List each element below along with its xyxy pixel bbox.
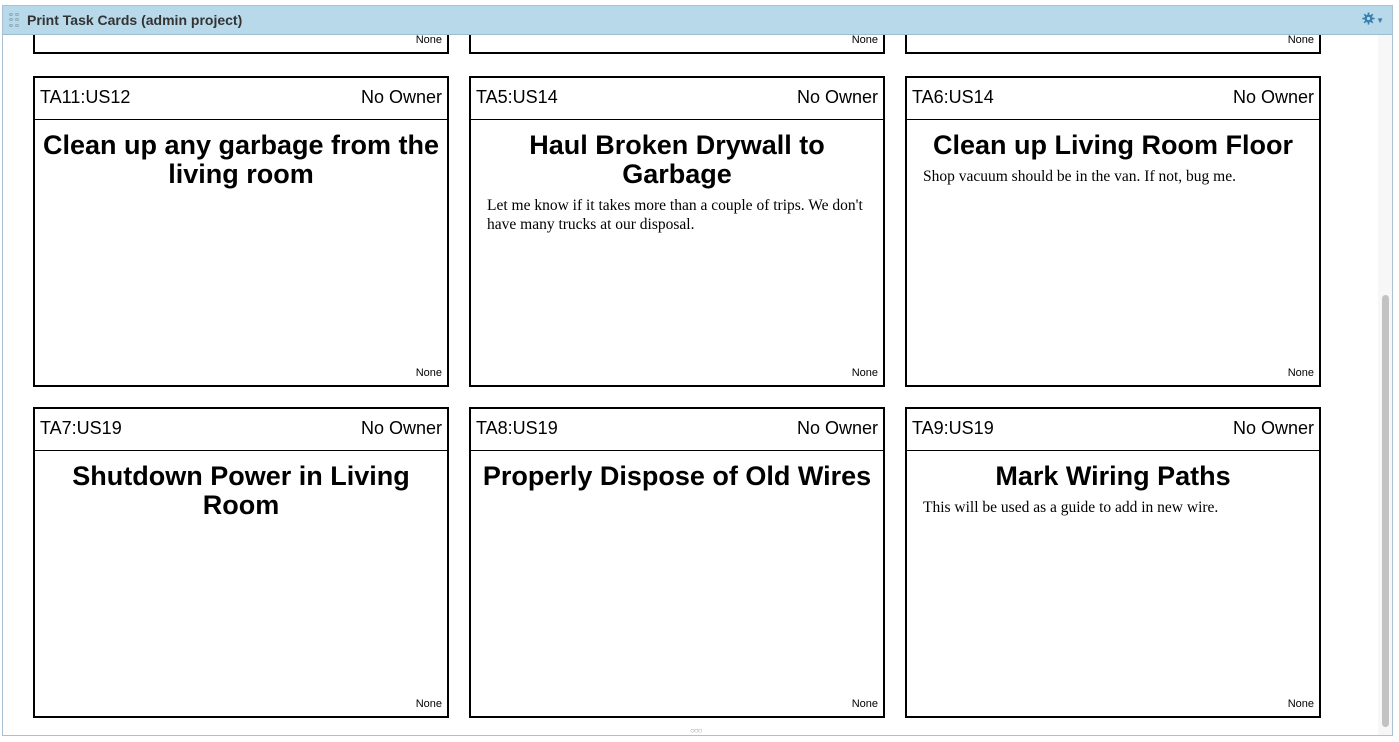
- card-header: TA7:US19 No Owner: [35, 409, 447, 451]
- task-card: TA11:US12 No Owner Clean up any garbage …: [33, 76, 449, 387]
- card-description: Shop vacuum should be in the van. If not…: [923, 168, 1236, 185]
- card-description: Let me know if it takes more than a coup…: [487, 197, 863, 233]
- task-card: TA9:US19 No Owner Mark Wiring Paths This…: [905, 407, 1321, 718]
- card-estimate: None: [851, 698, 878, 710]
- card-task-name: Properly Dispose of Old Wires: [482, 461, 872, 491]
- card-task-id: TA5:US14: [476, 87, 558, 107]
- card-estimate: None: [415, 35, 442, 46]
- task-card-partial: None: [33, 35, 449, 54]
- card-task-name: Mark Wiring Paths: [995, 461, 1231, 491]
- card-owner: No Owner: [360, 87, 442, 107]
- card-task-id: TA8:US19: [476, 418, 558, 438]
- card-owner: No Owner: [796, 418, 878, 438]
- card-owner: No Owner: [1232, 87, 1314, 107]
- card-estimate: None: [851, 35, 878, 46]
- task-card: TA8:US19 No Owner Properly Dispose of Ol…: [469, 407, 885, 718]
- card-estimate: None: [1287, 367, 1314, 379]
- card-header: TA5:US14 No Owner: [471, 78, 883, 120]
- card-owner: No Owner: [360, 418, 442, 438]
- card-estimate: None: [415, 698, 442, 710]
- card-header: TA6:US14 No Owner: [907, 78, 1319, 120]
- card-task-id: TA6:US14: [912, 87, 994, 107]
- chevron-down-icon: ▼: [1376, 15, 1384, 25]
- card-task-name: Clean up Living Room Floor: [933, 130, 1293, 160]
- settings-button[interactable]: ▼: [1362, 11, 1384, 29]
- panel-titlebar: Print Task Cards (admin project) ▼: [3, 6, 1392, 35]
- gear-icon: [1362, 12, 1375, 28]
- scrollbar-thumb[interactable]: [1382, 295, 1389, 727]
- card-owner: No Owner: [796, 87, 878, 107]
- cards-scroll-area[interactable]: None None None TA11:US12 No Owner Clean …: [3, 35, 1378, 735]
- card-header: TA11:US12 No Owner: [35, 78, 447, 120]
- card-estimate: None: [1287, 35, 1314, 46]
- panel-title: Print Task Cards (admin project): [27, 12, 243, 28]
- card-task-name: Haul Broken Drywall to Garbage: [529, 130, 825, 189]
- task-card: TA6:US14 No Owner Clean up Living Room F…: [905, 76, 1321, 387]
- card-task-id: TA7:US19: [40, 418, 122, 438]
- card-owner: No Owner: [1232, 418, 1314, 438]
- task-card-partial: None: [469, 35, 885, 54]
- card-header: TA8:US19 No Owner: [471, 409, 883, 451]
- card-description: This will be used as a guide to add in n…: [923, 499, 1219, 516]
- card-estimate: None: [851, 367, 878, 379]
- card-task-name: Shutdown Power in Living Room: [72, 461, 410, 520]
- card-task-id: TA11:US12: [40, 87, 131, 107]
- print-task-cards-panel: Print Task Cards (admin project) ▼ None …: [2, 5, 1393, 736]
- card-estimate: None: [1287, 698, 1314, 710]
- card-estimate: None: [415, 367, 442, 379]
- resize-handle-icon[interactable]: ○○○: [690, 726, 702, 735]
- vertical-scrollbar[interactable]: [1378, 35, 1392, 735]
- card-task-id: TA9:US19: [912, 418, 994, 438]
- task-card-partial: None: [905, 35, 1321, 54]
- drag-handle-icon[interactable]: [9, 13, 19, 27]
- card-task-name: Clean up any garbage from the living roo…: [42, 130, 440, 189]
- task-card: TA5:US14 No Owner Haul Broken Drywall to…: [469, 76, 885, 387]
- task-card: TA7:US19 No Owner Shutdown Power in Livi…: [33, 407, 449, 718]
- card-header: TA9:US19 No Owner: [907, 409, 1319, 451]
